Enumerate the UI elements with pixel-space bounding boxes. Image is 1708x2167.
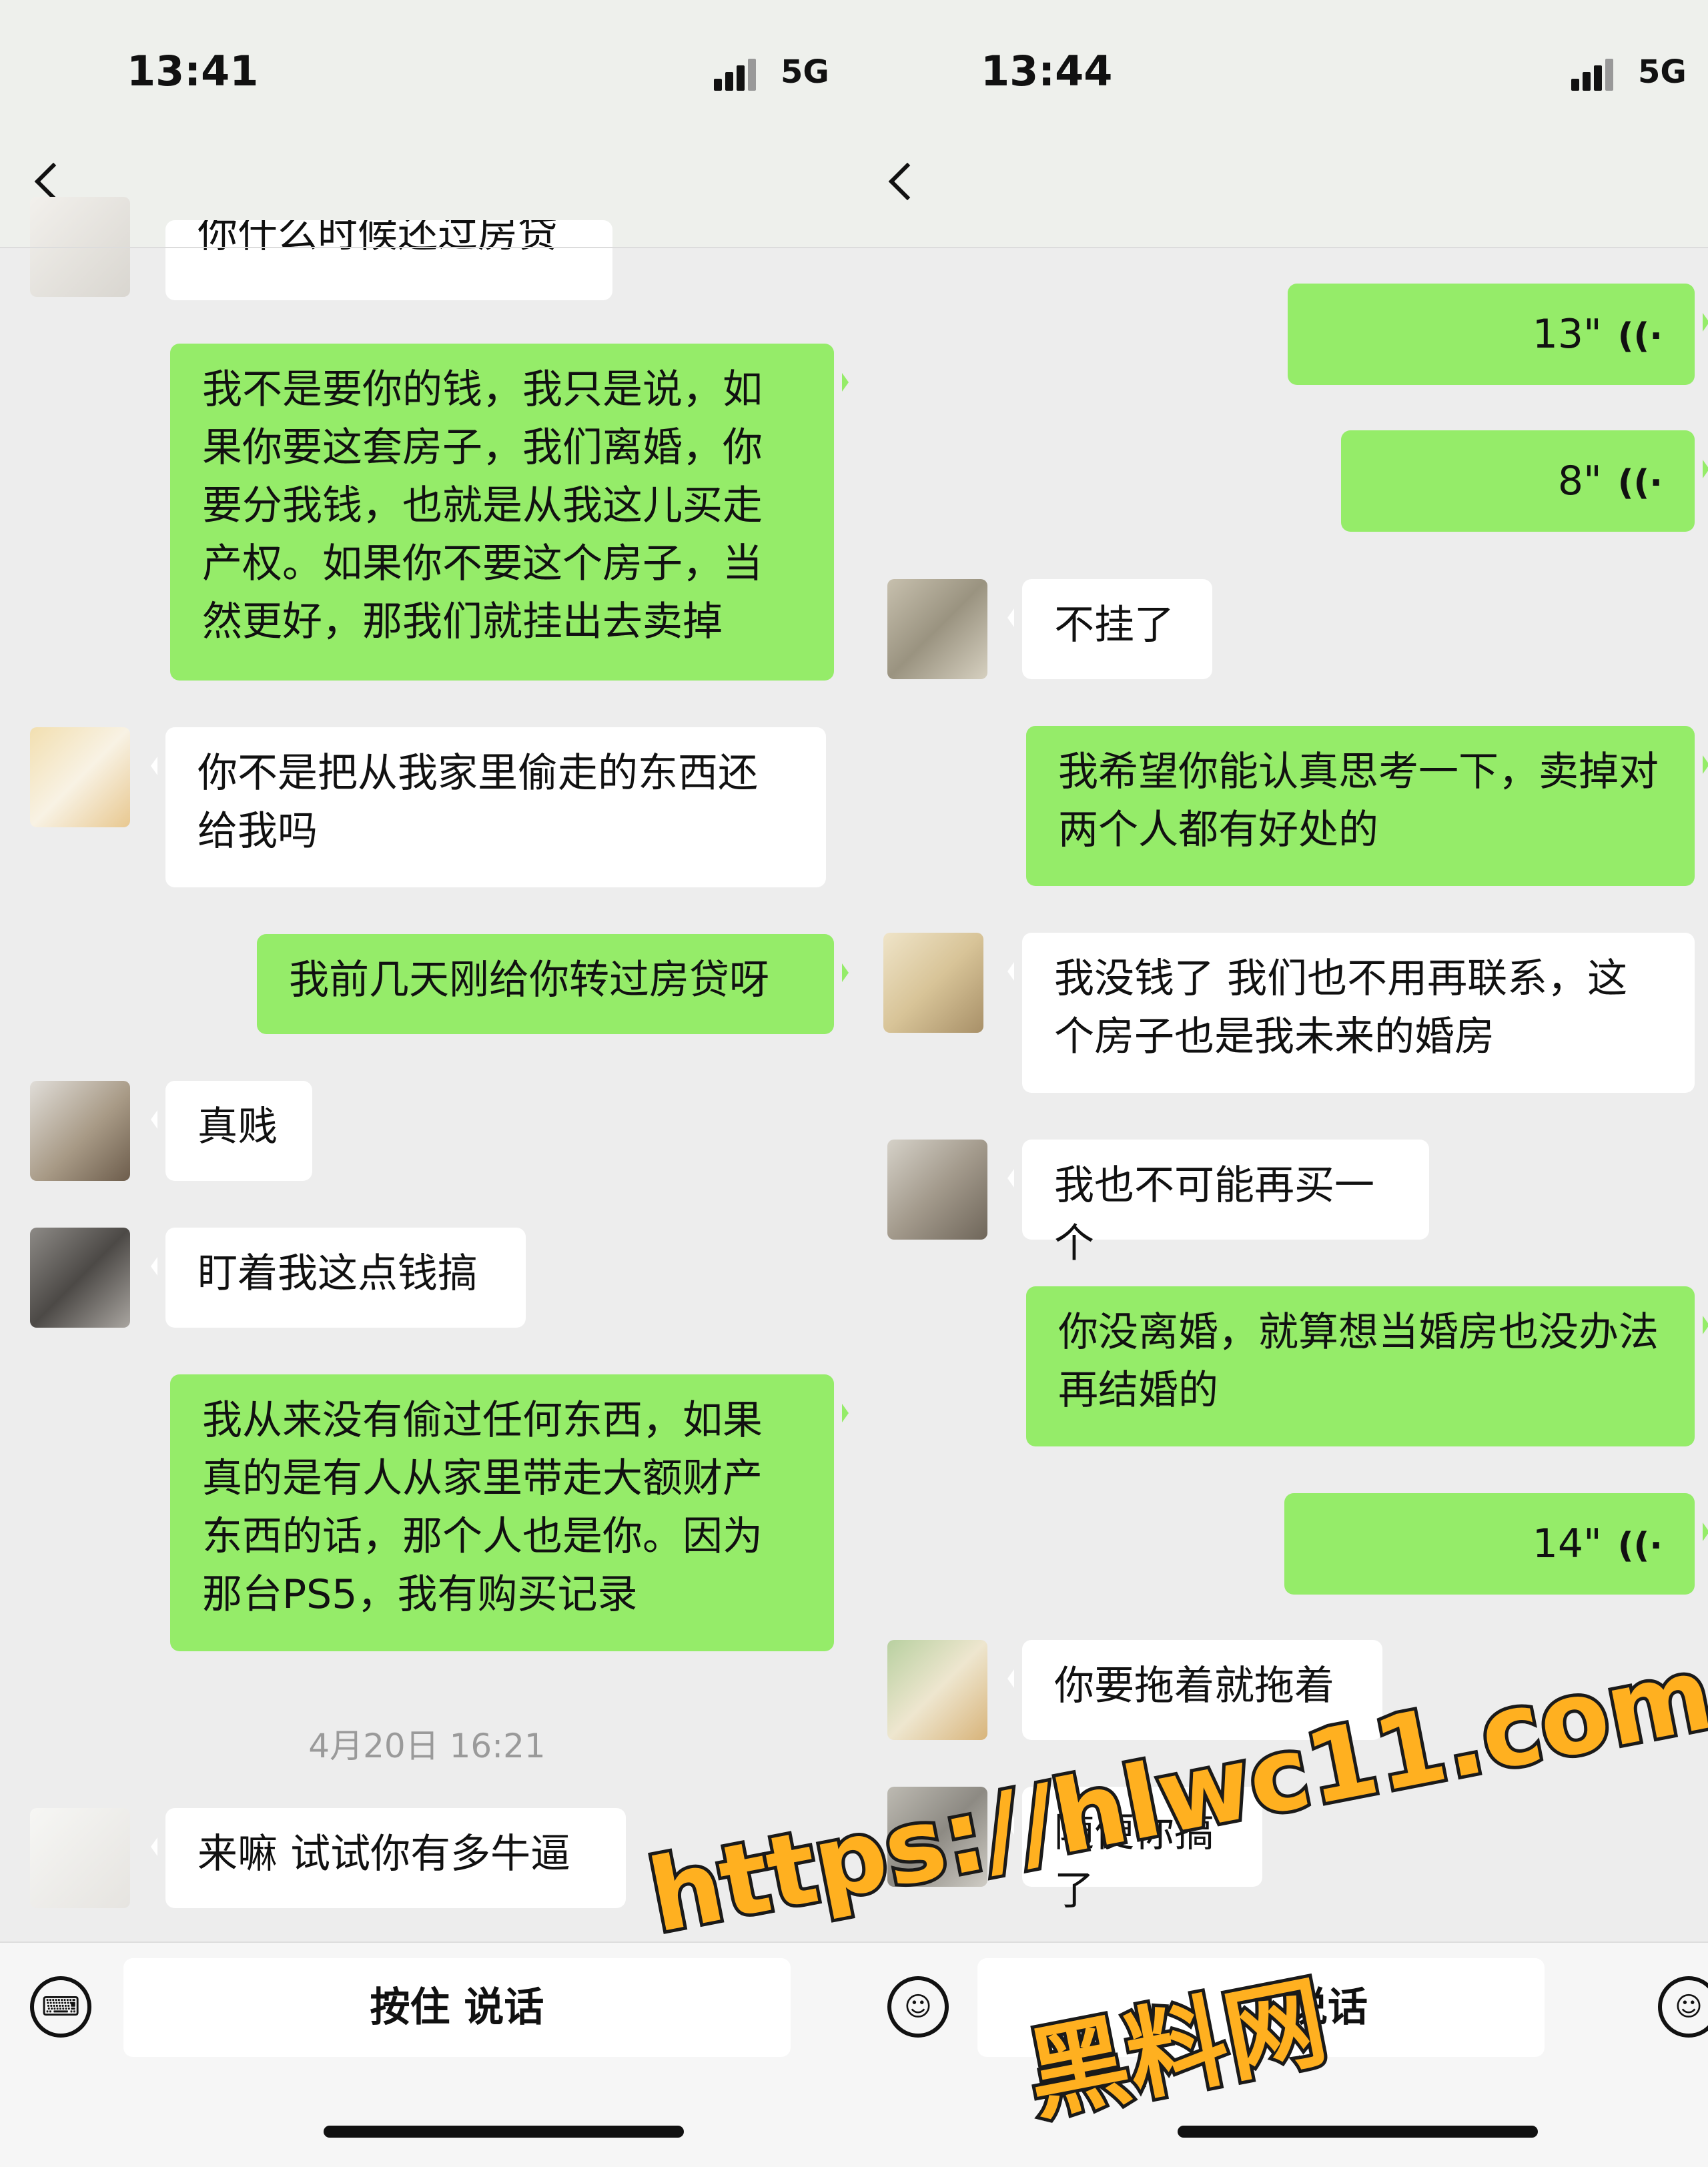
- signal-icon: [1571, 59, 1617, 91]
- network-label: 5G: [1638, 53, 1687, 91]
- back-chevron-icon[interactable]: [888, 162, 927, 201]
- avatar[interactable]: [30, 1081, 130, 1181]
- voice-wave-icon: ((·: [1617, 316, 1663, 356]
- message-bubble: 我希望你能认真思考一下，卖掉对两个人都有好处的: [1026, 726, 1708, 886]
- message-bubble: 盯着我这点钱搞: [151, 1228, 526, 1328]
- status-time: 13:44: [981, 47, 1113, 95]
- message-bubble: 不挂了: [1007, 579, 1212, 679]
- message-bubble: 我前几天刚给你转过房贷呀: [257, 934, 849, 1034]
- keyboard-icon[interactable]: ⌨: [30, 1976, 91, 2038]
- avatar[interactable]: [30, 1808, 130, 1908]
- avatar[interactable]: [887, 1640, 987, 1740]
- avatar[interactable]: [883, 933, 983, 1033]
- network-label: 5G: [781, 53, 829, 91]
- divider: [0, 247, 854, 248]
- message-bubble: 真贱: [151, 1081, 312, 1181]
- message-bubble: 我也不可能再买一个: [1007, 1140, 1429, 1267]
- voice-message-bubble[interactable]: 13" ((·: [1288, 284, 1708, 385]
- avatar[interactable]: [887, 1140, 987, 1240]
- message-bubble: 你不是把从我家里偷走的东西还给我吗: [151, 727, 826, 887]
- home-indicator: [324, 2126, 684, 2138]
- message-bubble: 来嘛 试试你有多牛逼: [151, 1808, 626, 1908]
- message-bubble: 我不是要你的钱，我只是说，如果你要这套房子，我们离婚，你要分我钱，也就是从我这儿…: [170, 344, 849, 681]
- avatar[interactable]: [30, 727, 130, 827]
- signal-icon: [714, 59, 759, 91]
- voice-wave-icon: ((·: [1617, 1526, 1663, 1566]
- avatar[interactable]: [887, 579, 987, 679]
- back-chevron-icon[interactable]: [34, 162, 73, 201]
- message-timestamp: 4月20日 16:21: [308, 1727, 546, 1765]
- message-bubble: 你没离婚，就算想当婚房也没办法再结婚的: [1026, 1286, 1708, 1446]
- voice-message-bubble[interactable]: 8" ((·: [1341, 430, 1708, 532]
- avatar[interactable]: [30, 1228, 130, 1328]
- top-bar: 13:44 5G: [854, 0, 1708, 248]
- status-time: 13:41: [127, 47, 259, 95]
- message-bubble-partial: 你什么时候还过房贷: [165, 220, 612, 300]
- emoji-icon[interactable]: ☺: [887, 1976, 949, 2038]
- voice-message-bubble[interactable]: 14" ((·: [1284, 1493, 1708, 1595]
- home-indicator: [1178, 2126, 1538, 2138]
- hold-to-talk-button[interactable]: 按住 说话: [123, 1958, 791, 2057]
- message-bubble: 我从来没有偷过任何东西，如果真的是有人从家里带走大额财产东西的话，那个人也是你。…: [170, 1374, 849, 1651]
- voice-wave-icon: ((·: [1617, 463, 1663, 503]
- message-bubble: 我没钱了 我们也不用再联系，这个房子也是我未来的婚房: [1007, 933, 1695, 1093]
